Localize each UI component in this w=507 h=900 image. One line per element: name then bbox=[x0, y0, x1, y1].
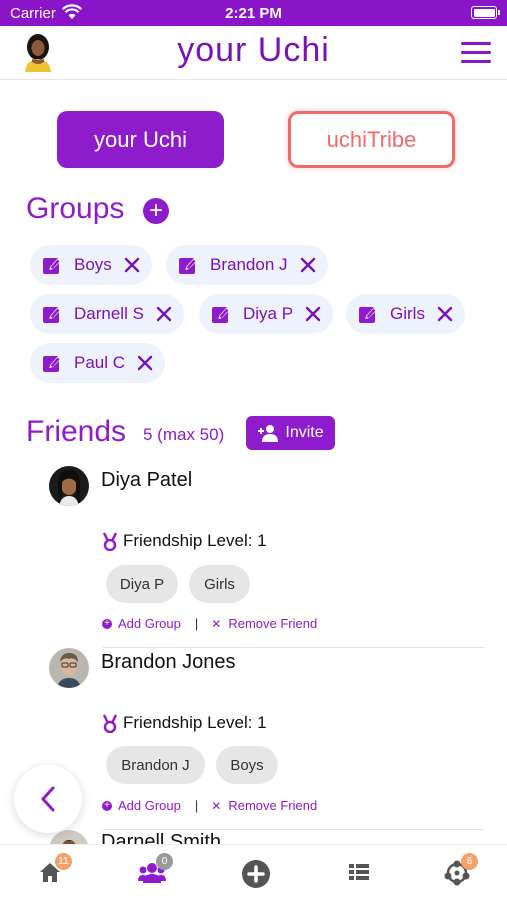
list-icon bbox=[349, 864, 369, 880]
separator: | bbox=[194, 798, 199, 813]
menu-icon[interactable] bbox=[461, 42, 491, 64]
groups-heading: Groups bbox=[26, 192, 125, 225]
edit-icon[interactable] bbox=[358, 304, 378, 324]
separator: | bbox=[194, 616, 199, 631]
remove-friend-label: Remove Friend bbox=[228, 616, 318, 631]
close-icon: ✕ bbox=[211, 616, 222, 631]
friend-group-pill[interactable]: Brandon J bbox=[106, 746, 205, 784]
friends-badge: 0 bbox=[156, 853, 173, 870]
uchi-tribe-tab[interactable]: uchiTribe bbox=[288, 111, 455, 168]
friend-avatar[interactable] bbox=[49, 466, 89, 506]
add-group-label: Add Group bbox=[118, 798, 181, 813]
close-icon[interactable] bbox=[300, 257, 316, 273]
divider bbox=[102, 647, 484, 648]
friends-heading: Friends bbox=[26, 415, 127, 448]
chevron-left-icon bbox=[41, 786, 55, 812]
add-group-link[interactable]: + Add Group bbox=[102, 616, 181, 631]
group-chip-paul-c: Paul C bbox=[30, 343, 166, 383]
medal-icon bbox=[102, 713, 118, 733]
edit-icon[interactable] bbox=[42, 353, 62, 373]
group-chip-darnell-s: Darnell S bbox=[30, 294, 184, 334]
friends-count: 5 (max 50) bbox=[143, 425, 225, 444]
group-chip-diya-p: Diya P bbox=[199, 294, 334, 334]
friendship-level-label: Friendship Level: 1 bbox=[123, 713, 267, 732]
plus-circle-icon: + bbox=[102, 800, 112, 811]
friend-actions: + Add Group | ✕ Remove Friend bbox=[102, 798, 317, 813]
friend-group-pill[interactable]: Boys bbox=[216, 746, 278, 784]
invite-button[interactable]: Invite bbox=[246, 416, 335, 450]
add-group-link[interactable]: + Add Group bbox=[102, 798, 181, 813]
close-icon[interactable] bbox=[137, 355, 153, 371]
remove-friend-label: Remove Friend bbox=[228, 798, 318, 813]
group-chip-label: Brandon J bbox=[210, 255, 288, 274]
group-chip-boys: Boys bbox=[30, 245, 152, 285]
edit-icon[interactable] bbox=[211, 304, 231, 324]
plus-circle-icon: + bbox=[102, 618, 112, 629]
edit-icon[interactable] bbox=[42, 304, 62, 324]
group-chip-label: Darnell S bbox=[74, 304, 144, 323]
status-bar: Carrier 2:21 PM bbox=[0, 0, 507, 26]
tab-add[interactable] bbox=[241, 859, 271, 889]
close-icon: ✕ bbox=[211, 798, 222, 813]
home-badge: 11 bbox=[55, 853, 72, 870]
close-icon[interactable] bbox=[156, 306, 172, 322]
group-chip-brandon-j: Brandon J bbox=[166, 245, 328, 285]
back-button[interactable] bbox=[14, 765, 82, 833]
friend-avatar[interactable] bbox=[49, 648, 89, 688]
tab-list[interactable] bbox=[346, 859, 376, 889]
remove-friend-link[interactable]: ✕ Remove Friend bbox=[211, 616, 317, 631]
close-icon[interactable] bbox=[305, 306, 321, 322]
app-header: your Uchi bbox=[0, 26, 507, 80]
tab-friends[interactable]: 0 bbox=[138, 853, 173, 889]
divider bbox=[102, 829, 484, 830]
close-icon[interactable] bbox=[124, 257, 140, 273]
group-chip-label: Girls bbox=[390, 304, 425, 323]
group-chip-label: Paul C bbox=[74, 353, 126, 372]
page-title: your Uchi bbox=[177, 31, 330, 69]
friend-actions: + Add Group | ✕ Remove Friend bbox=[102, 616, 317, 631]
friend-name[interactable]: Brandon Jones bbox=[101, 651, 236, 674]
edit-icon[interactable] bbox=[178, 255, 198, 275]
add-user-icon bbox=[258, 425, 279, 442]
friend-group-pill[interactable]: Diya P bbox=[106, 565, 178, 603]
friendship-level: Friendship Level: 1 bbox=[102, 713, 267, 733]
add-circle-icon bbox=[242, 860, 270, 888]
add-group-label: Add Group bbox=[118, 616, 181, 631]
remove-friend-link[interactable]: ✕ Remove Friend bbox=[211, 798, 317, 813]
tribe-badge: 6 bbox=[461, 853, 478, 870]
tab-home[interactable]: 11 bbox=[37, 853, 72, 889]
invite-label: Invite bbox=[285, 424, 324, 441]
medal-icon bbox=[102, 531, 118, 551]
friend-group-pill[interactable]: Girls bbox=[189, 565, 250, 603]
group-chip-girls: Girls bbox=[346, 294, 465, 334]
friendship-level-label: Friendship Level: 1 bbox=[123, 531, 267, 550]
group-chip-label: Boys bbox=[74, 255, 112, 274]
your-uchi-tab[interactable]: your Uchi bbox=[57, 111, 224, 168]
tab-bar: 11 0 6 bbox=[0, 844, 507, 900]
close-icon[interactable] bbox=[437, 306, 453, 322]
friend-name[interactable]: Diya Patel bbox=[101, 469, 192, 492]
battery-icon bbox=[471, 6, 500, 19]
edit-icon[interactable] bbox=[42, 255, 62, 275]
friendship-level: Friendship Level: 1 bbox=[102, 531, 267, 551]
group-chip-label: Diya P bbox=[243, 304, 294, 323]
status-time: 2:21 PM bbox=[225, 5, 282, 22]
add-group-plus-icon[interactable]: + bbox=[143, 198, 169, 224]
tab-tribe[interactable]: 6 bbox=[443, 853, 478, 889]
